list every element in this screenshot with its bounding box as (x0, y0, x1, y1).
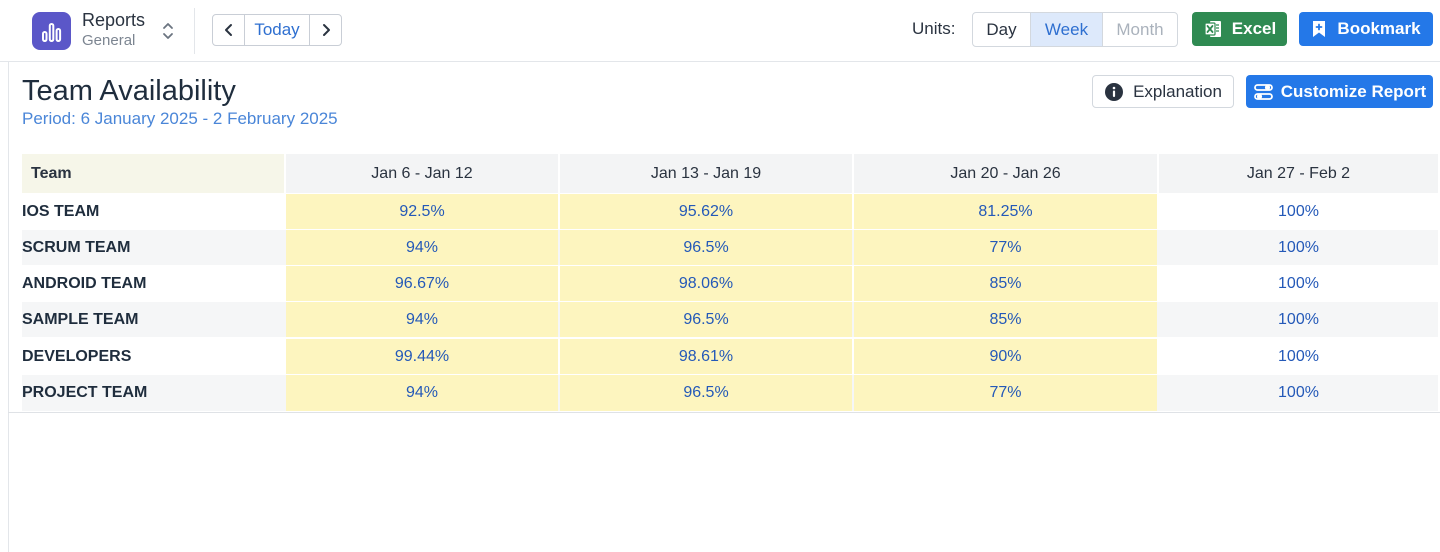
units-label: Units: (912, 19, 956, 38)
excel-label: Excel (1231, 19, 1277, 38)
value-cell[interactable]: 94% (286, 230, 558, 265)
chevron-left-icon (224, 24, 232, 36)
date-navigator: Today (212, 14, 342, 46)
value-cell[interactable]: 99.44% (286, 339, 558, 374)
team-name: SCRUM TEAM (22, 238, 131, 256)
value-cell[interactable]: 98.06% (560, 266, 852, 301)
page-title: Team Availability (22, 75, 236, 107)
value-cell[interactable]: 96.67% (286, 266, 558, 301)
table-row: ANDROID TEAM 96.67% 98.06% 85% 100% (22, 266, 1438, 301)
header-week-2[interactable]: Jan 13 - Jan 19 (560, 154, 852, 193)
value-cell[interactable]: 81.25% (854, 194, 1157, 229)
unit-month-option[interactable]: Month (1103, 13, 1177, 46)
value-cell[interactable]: 77% (854, 375, 1157, 411)
value-cell[interactable]: 90% (854, 339, 1157, 374)
chevron-right-icon (322, 24, 330, 36)
table-header-row: Team Jan 6 - Jan 12 Jan 13 - Jan 19 Jan … (22, 154, 1438, 193)
sliders-icon (1253, 83, 1273, 100)
table-row: DEVELOPERS 99.44% 98.61% 90% 100% (22, 339, 1438, 374)
value-cell[interactable]: 92.5% (286, 194, 558, 229)
header-week-1[interactable]: Jan 6 - Jan 12 (286, 154, 558, 193)
bookmark-icon (1313, 21, 1326, 37)
app-subtitle: General (82, 32, 136, 49)
info-icon (1105, 82, 1124, 101)
value-cell[interactable]: 96.5% (560, 302, 852, 337)
previous-period-button[interactable] (213, 15, 244, 45)
customize-label: Customize Report (1280, 81, 1427, 101)
team-name: ANDROID TEAM (22, 274, 147, 292)
value-cell[interactable]: 96.5% (560, 230, 852, 265)
reports-app-icon[interactable] (32, 12, 71, 50)
table-row: SAMPLE TEAM 94% 96.5% 85% 100% (22, 302, 1438, 337)
value-cell[interactable]: 77% (854, 230, 1157, 265)
units-selector: Day Week Month (972, 12, 1178, 47)
bookmark-button[interactable]: Bookmark (1299, 12, 1433, 46)
divider (194, 8, 195, 54)
excel-icon (1204, 21, 1221, 37)
value-cell[interactable]: 100% (1159, 194, 1438, 229)
table-row: SCRUM TEAM 94% 96.5% 77% 100% (22, 230, 1438, 265)
table-bottom-border (8, 412, 1440, 413)
value-cell[interactable]: 100% (1159, 302, 1438, 337)
next-period-button[interactable] (310, 15, 341, 45)
value-cell[interactable]: 96.5% (560, 375, 852, 411)
bookmark-label: Bookmark (1337, 19, 1421, 38)
unit-week-option[interactable]: Week (1031, 13, 1103, 46)
team-name: SAMPLE TEAM (22, 310, 139, 328)
team-name: DEVELOPERS (22, 347, 132, 365)
value-cell[interactable]: 95.62% (560, 194, 852, 229)
team-name: IOS TEAM (22, 202, 100, 220)
app-title: Reports (82, 10, 146, 30)
header-team[interactable]: Team (22, 154, 284, 193)
value-cell[interactable]: 100% (1159, 339, 1438, 374)
value-cell[interactable]: 85% (854, 266, 1157, 301)
team-name: PROJECT TEAM (22, 384, 148, 401)
excel-export-button[interactable]: Excel (1192, 12, 1287, 46)
period-label: Period: 6 January 2025 - 2 February 2025 (22, 109, 338, 128)
unit-day-option[interactable]: Day (973, 13, 1031, 46)
explanation-label: Explanation (1133, 81, 1222, 101)
explanation-button[interactable]: Explanation (1092, 75, 1234, 108)
today-button[interactable]: Today (244, 15, 310, 45)
value-cell[interactable]: 94% (286, 302, 558, 337)
top-bar: Reports General Today Units: Day Week Mo… (0, 0, 1440, 62)
header-week-3[interactable]: Jan 20 - Jan 26 (854, 154, 1157, 193)
app-switcher-chevron-icon[interactable] (159, 20, 177, 42)
content-border (8, 62, 9, 552)
value-cell[interactable]: 85% (854, 302, 1157, 337)
table-row: IOS TEAM 92.5% 95.62% 81.25% 100% (22, 194, 1438, 229)
table-row: PROJECT TEAM 94% 96.5% 77% 100% (22, 375, 1438, 411)
value-cell[interactable]: 100% (1159, 266, 1438, 301)
value-cell[interactable]: 98.61% (560, 339, 852, 374)
header-week-4[interactable]: Jan 27 - Feb 2 (1159, 154, 1438, 193)
value-cell[interactable]: 100% (1159, 230, 1438, 265)
value-cell[interactable]: 100% (1159, 375, 1438, 411)
value-cell[interactable]: 94% (286, 375, 558, 411)
customize-report-button[interactable]: Customize Report (1246, 75, 1433, 108)
